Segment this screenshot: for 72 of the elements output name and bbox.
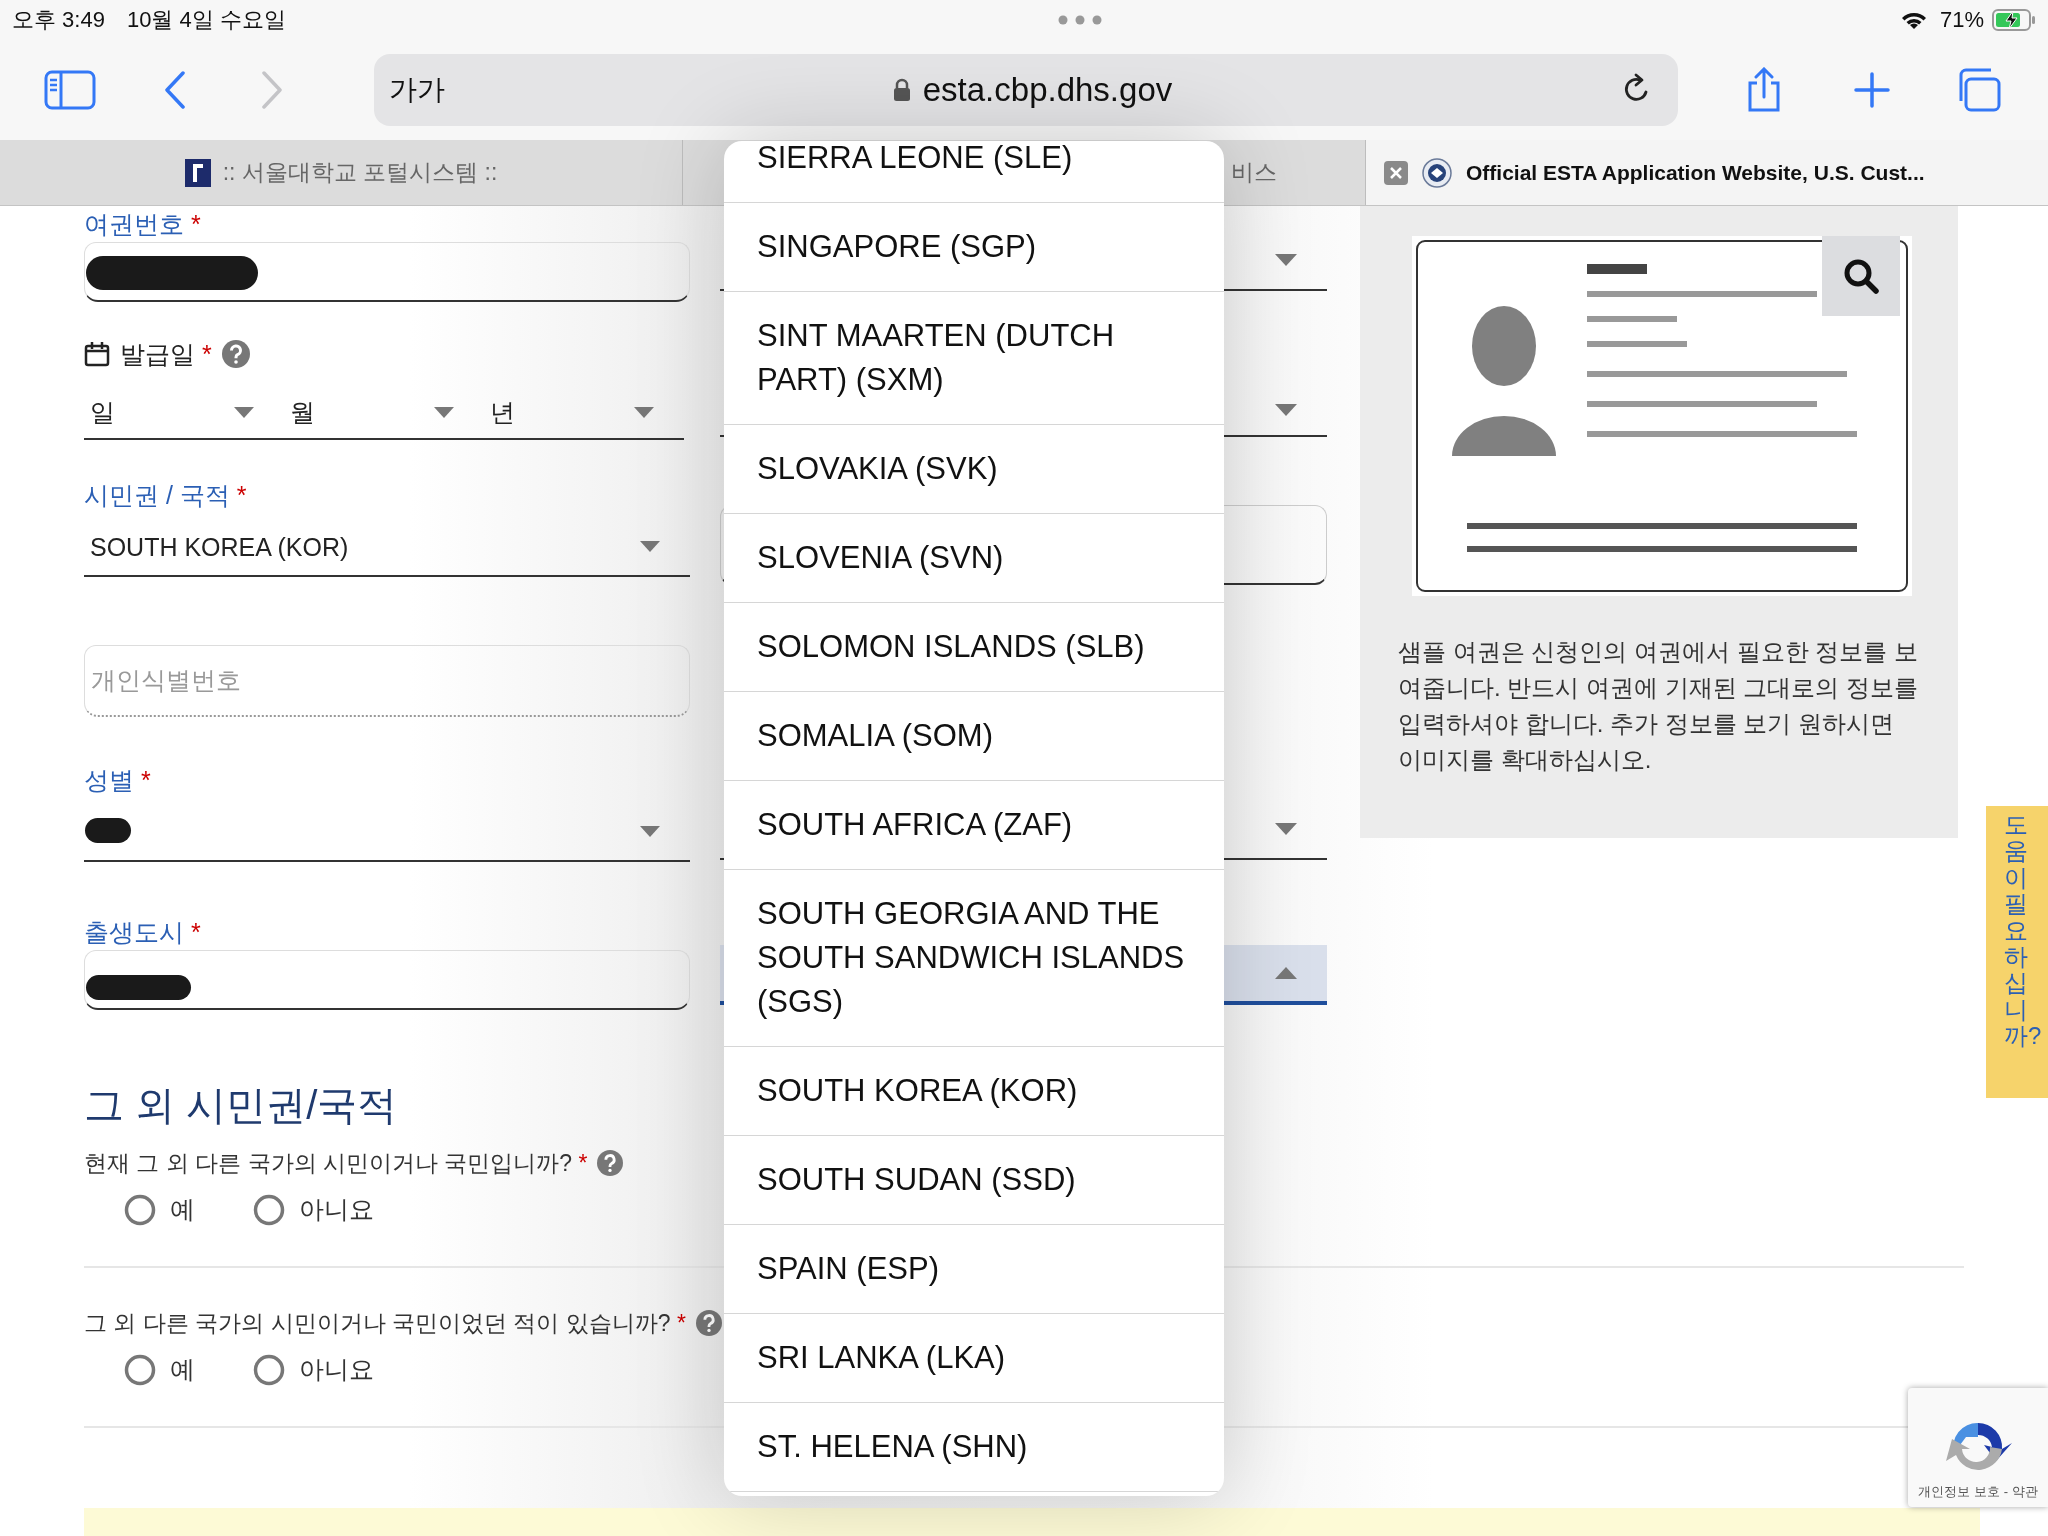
battery-icon xyxy=(1992,9,2036,31)
browser-tab[interactable]: Official ESTA Application Website, U.S. Cust... xyxy=(1366,140,2048,205)
field-label: 성별 * xyxy=(84,764,151,796)
dropdown-option[interactable]: SINGAPORE (SGP) xyxy=(724,203,1224,292)
help-icon[interactable] xyxy=(597,1150,624,1176)
lock-icon xyxy=(892,78,911,102)
question-text: 그 외 다른 국가의 시민이거나 국민이었던 적이 있습니까? * xyxy=(84,1308,686,1338)
status-time: 오후 3:49 xyxy=(12,6,105,34)
section-heading: 그 외 시민권/국적 xyxy=(84,1082,399,1129)
text-field[interactable] xyxy=(84,242,690,302)
radio-option[interactable]: 아니요 xyxy=(253,1353,374,1386)
url-text: esta.cbp.dhs.gov xyxy=(922,71,1173,109)
dropdown-option[interactable]: SLOVAKIA (SVK) xyxy=(724,425,1224,514)
help-icon[interactable] xyxy=(695,1310,722,1336)
dropdown-option[interactable]: SOUTH KOREA (KOR) xyxy=(724,1047,1224,1136)
dropdown-option[interactable]: SPAIN (ESP) xyxy=(724,1225,1224,1314)
close-icon[interactable] xyxy=(1384,160,1408,185)
dropdown-option[interactable]: SIERRA LEONE (SLE) xyxy=(724,141,1224,203)
caret-icon xyxy=(1275,823,1297,835)
search-icon xyxy=(1843,258,1879,294)
help-tab[interactable]: 도움이 필요하십니까? xyxy=(1986,806,2048,1098)
radio-option[interactable]: 예 xyxy=(124,1193,195,1226)
dropdown-option[interactable]: SOUTH AFRICA (ZAF) xyxy=(724,781,1224,870)
favicon-icon xyxy=(184,158,211,187)
calendar-icon xyxy=(84,341,110,367)
status-date: 10월 4일 수요일 xyxy=(126,6,286,34)
back-icon[interactable] xyxy=(164,71,186,109)
dropdown-option[interactable]: SINT MAARTEN (DUTCH PART) (SXM) xyxy=(724,292,1224,425)
date-select[interactable]: 일 xyxy=(84,386,284,438)
radio-button[interactable] xyxy=(124,1193,156,1226)
help-icon[interactable] xyxy=(221,340,250,368)
text-field[interactable] xyxy=(84,950,690,1010)
battery-percent: 71% xyxy=(1939,7,1984,33)
field-label: 출생도시 * xyxy=(84,916,201,948)
radio-button[interactable] xyxy=(124,1353,156,1386)
caret-icon xyxy=(1275,404,1297,416)
select-field[interactable]: SOUTH KOREA (KOR) xyxy=(84,519,690,577)
text-field[interactable]: 개인식별번호 xyxy=(84,645,690,717)
radio-option[interactable]: 예 xyxy=(124,1353,195,1386)
recaptcha-links[interactable]: 개인정보 보호 - 약관 xyxy=(1918,1483,2038,1501)
radio-button[interactable] xyxy=(253,1193,285,1226)
browser-tab[interactable]: :: 서울대학교 포털시스템 :: xyxy=(0,140,683,205)
caret-icon xyxy=(1275,253,1297,266)
address-bar[interactable]: 가가 esta.cbp.dhs.gov xyxy=(374,54,1678,126)
dropdown-option[interactable]: SOLOMON ISLANDS (SLB) xyxy=(724,603,1224,692)
date-select[interactable]: 월 xyxy=(284,386,484,438)
date-select[interactable]: 년 xyxy=(484,386,684,438)
question-text: 현재 그 외 다른 국가의 시민이거나 국민입니까? * xyxy=(84,1148,588,1178)
caret-icon xyxy=(434,406,454,418)
field-label: 발급일 * xyxy=(120,338,212,370)
caret-icon xyxy=(234,406,254,418)
caret-icon xyxy=(634,406,654,418)
more-dots-icon[interactable] xyxy=(1057,15,1102,25)
sidebar-icon[interactable] xyxy=(44,70,96,110)
field-label: 시민권 / 국적 * xyxy=(84,479,247,511)
caret-icon xyxy=(640,826,660,837)
caret-icon xyxy=(640,541,660,552)
dropdown-option[interactable]: SOMALIA (SOM) xyxy=(724,692,1224,781)
dropdown-option[interactable]: SLOVENIA (SVN) xyxy=(724,514,1224,603)
caret-icon xyxy=(1275,967,1297,979)
dropdown-option[interactable]: ST. HELENA (SHN) xyxy=(724,1403,1224,1492)
sample-caption: 샘플 여권은 신청인의 여권에서 필요한 정보를 보여줍니다. 반드시 여권에 기재된 그대로의 정보를 입력하셔야 합니다. 추가 정보를 보기 원하시면 이미지를 확대하십시오. xyxy=(1398,637,1918,775)
text-size-button[interactable]: 가가 xyxy=(389,71,445,109)
new-tab-icon[interactable] xyxy=(1853,71,1891,109)
dropdown-option[interactable]: SOUTH SUDAN (SSD) xyxy=(724,1136,1224,1225)
radio-option[interactable]: 아니요 xyxy=(253,1193,374,1226)
zoom-button[interactable] xyxy=(1822,236,1900,316)
radio-button[interactable] xyxy=(253,1353,285,1386)
dropdown-option[interactable]: SOUTH GEORGIA AND THE SOUTH SANDWICH ISLANDS (SGS) xyxy=(724,870,1224,1047)
field-label: 여권번호 * xyxy=(84,208,201,240)
seal-icon xyxy=(1422,157,1452,188)
dropdown-option[interactable]: SRI LANKA (LKA) xyxy=(724,1314,1224,1403)
